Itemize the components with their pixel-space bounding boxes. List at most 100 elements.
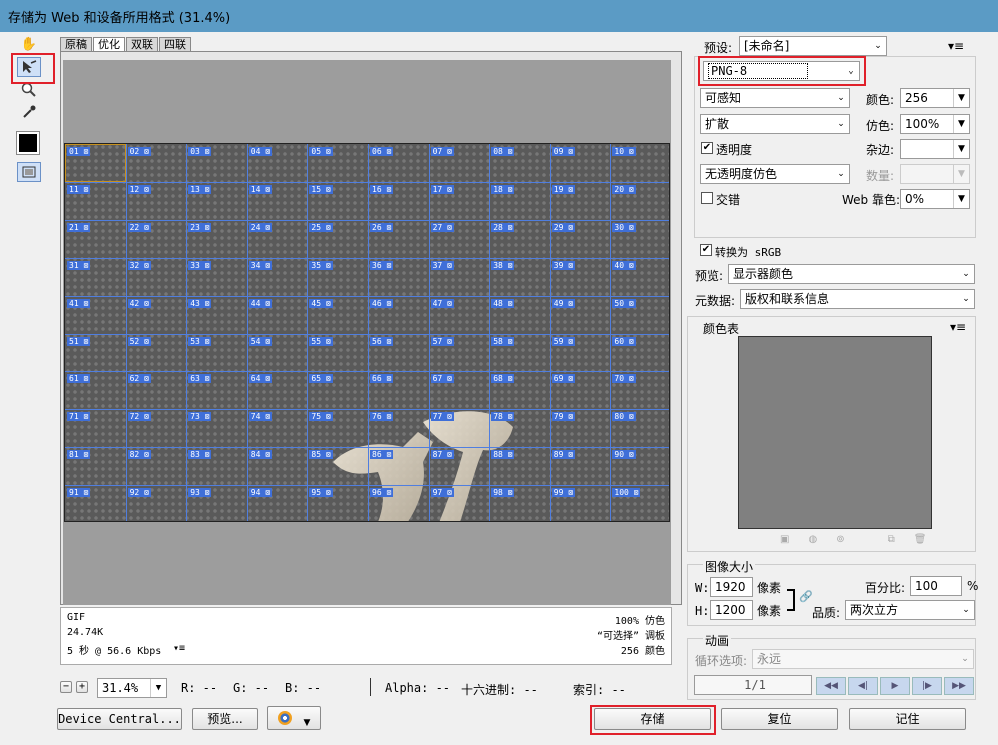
tab-optimized[interactable]: 优化: [93, 37, 125, 52]
slice-label[interactable]: 29 ⊠: [551, 222, 576, 232]
width-input[interactable]: 1920: [710, 577, 753, 597]
metadata-select[interactable]: 版权和联系信息 ⌄: [740, 289, 975, 309]
tab-4-up[interactable]: 四联: [159, 37, 191, 52]
slice-label[interactable]: 91 ⊠: [67, 488, 91, 498]
remember-button[interactable]: 记住: [849, 708, 966, 730]
slice-label[interactable]: 13 ⊠: [188, 184, 212, 194]
slice-label[interactable]: 82 ⊠: [127, 450, 151, 460]
slice-label[interactable]: 63 ⊠: [188, 374, 212, 384]
dither-algo-select[interactable]: 扩散 ⌄: [700, 114, 850, 134]
slice-label[interactable]: 07 ⊠: [430, 147, 454, 156]
slice-label[interactable]: 83 ⊠: [188, 450, 212, 460]
slice-label[interactable]: 02 ⊠: [127, 147, 151, 156]
slice-label[interactable]: 41 ⊠: [67, 298, 91, 308]
slice-label[interactable]: 08 ⊠: [491, 147, 515, 156]
slice-label[interactable]: 94 ⊠: [248, 488, 273, 498]
slice-label[interactable]: 43 ⊠: [188, 298, 212, 308]
slice-label[interactable]: 18 ⊠: [491, 184, 515, 194]
preview-button[interactable]: 预览...: [192, 708, 258, 730]
link-icon[interactable]: 🔗: [799, 590, 813, 603]
zoom-out-button[interactable]: −: [60, 681, 72, 693]
preset-select[interactable]: [未命名] ⌄: [739, 36, 887, 56]
slice-label[interactable]: 64 ⊠: [248, 374, 273, 384]
interlaced-checkbox[interactable]: [701, 192, 713, 204]
slice-label[interactable]: 59 ⊠: [551, 336, 576, 346]
dither-select[interactable]: 100% ▼: [900, 114, 970, 134]
reduction-select[interactable]: 可感知 ⌄: [700, 88, 850, 108]
slice-label[interactable]: 60 ⊠: [612, 336, 636, 346]
slice-label[interactable]: 24 ⊠: [248, 222, 273, 232]
slice-label[interactable]: 65 ⊠: [309, 374, 333, 384]
slice-label[interactable]: 42 ⊠: [127, 298, 151, 308]
reset-button[interactable]: 复位: [721, 708, 838, 730]
slice-label[interactable]: 30 ⊠: [612, 222, 636, 232]
slice-label[interactable]: 99 ⊠: [551, 488, 576, 498]
slice-label[interactable]: 70 ⊠: [612, 374, 636, 384]
slice-label[interactable]: 49 ⊠: [551, 298, 576, 308]
trash-icon[interactable]: 🗑: [914, 534, 927, 545]
slice-label[interactable]: 73 ⊠: [188, 412, 212, 422]
slice-label[interactable]: 69 ⊠: [551, 374, 576, 384]
slice-label[interactable]: 40 ⊠: [612, 260, 636, 270]
percent-input[interactable]: 100: [910, 576, 962, 596]
color-swatch-cell[interactable]: [738, 336, 932, 529]
slice-label[interactable]: 76 ⊠: [370, 412, 394, 422]
slice-label[interactable]: 35 ⊠: [309, 260, 333, 270]
slice-label[interactable]: 54 ⊠: [248, 336, 273, 346]
slice-label[interactable]: 44 ⊠: [248, 298, 273, 308]
hand-icon[interactable]: ✋: [17, 34, 41, 54]
color-swatch[interactable]: [16, 131, 40, 155]
slice-label[interactable]: 27 ⊠: [430, 222, 454, 232]
slice-label[interactable]: 36 ⊠: [370, 260, 394, 270]
slice-label[interactable]: 09 ⊠: [551, 147, 576, 156]
slice-label[interactable]: 51 ⊠: [67, 336, 91, 346]
prev-frame-icon[interactable]: ◀|: [848, 677, 878, 695]
tab-original[interactable]: 原稿: [60, 37, 92, 52]
slice-label[interactable]: 23 ⊠: [188, 222, 212, 232]
web-snap-select[interactable]: 0% ▼: [900, 189, 970, 209]
convert-srgb-checkbox[interactable]: ✔: [700, 244, 712, 256]
slice-label[interactable]: 55 ⊠: [309, 336, 333, 346]
slice-label[interactable]: 66 ⊠: [370, 374, 394, 384]
colors-select[interactable]: 256 ▼: [900, 88, 970, 108]
play-icon[interactable]: ▶: [880, 677, 910, 695]
slice-label[interactable]: 92 ⊠: [127, 488, 151, 498]
slice-label[interactable]: 04 ⊠: [248, 147, 273, 156]
slice-label[interactable]: 33 ⊠: [188, 260, 212, 270]
slice-label[interactable]: 72 ⊠: [127, 412, 151, 422]
map-color-icon[interactable]: ▣: [780, 534, 789, 545]
slice-label[interactable]: 77 ⊠: [430, 412, 454, 422]
slice-label[interactable]: 74 ⊠: [248, 412, 273, 422]
slice-label[interactable]: 88 ⊠: [491, 450, 515, 460]
transparency-checkbox[interactable]: ✔: [701, 142, 713, 154]
slice-label[interactable]: 46 ⊠: [370, 298, 394, 308]
tab-2-up[interactable]: 双联: [126, 37, 158, 52]
slice-label[interactable]: 48 ⊠: [491, 298, 515, 308]
slice-label[interactable]: 22 ⊠: [127, 222, 151, 232]
slice-label[interactable]: 10 ⊠: [612, 147, 636, 156]
slice-label[interactable]: 37 ⊠: [430, 260, 454, 270]
toggle-slice-visibility-icon[interactable]: [17, 162, 41, 182]
slice-label[interactable]: 89 ⊠: [551, 450, 576, 460]
slice-label[interactable]: 32 ⊠: [127, 260, 151, 270]
lock-icon[interactable]: ⊚: [836, 534, 844, 545]
slice-label[interactable]: 87 ⊠: [430, 450, 454, 460]
last-frame-icon[interactable]: ▶▶: [944, 677, 974, 695]
slice-label[interactable]: 03 ⊠: [188, 147, 212, 156]
slice-label[interactable]: 17 ⊠: [430, 184, 454, 194]
slice-label[interactable]: 56 ⊠: [370, 336, 394, 346]
slice-label[interactable]: 98 ⊠: [491, 488, 515, 498]
slice-label[interactable]: 21 ⊠: [67, 222, 91, 232]
zoom-in-button[interactable]: +: [76, 681, 88, 693]
slice-label[interactable]: 62 ⊠: [127, 374, 151, 384]
transparency-dither-select[interactable]: 无透明度仿色 ⌄: [700, 164, 850, 184]
slice-label[interactable]: 26 ⊠: [370, 222, 394, 232]
slice-label[interactable]: 97 ⊠: [430, 488, 454, 498]
slice-label[interactable]: 80 ⊠: [612, 412, 636, 422]
menu-options-icon[interactable]: ▾≡: [173, 643, 185, 654]
slice-label[interactable]: 45 ⊠: [309, 298, 333, 308]
slice-label[interactable]: 25 ⊠: [309, 222, 333, 232]
slice-label[interactable]: 100 ⊠: [612, 488, 641, 498]
slice-label[interactable]: 47 ⊠: [430, 298, 454, 308]
slice-label[interactable]: 16 ⊠: [370, 184, 394, 194]
